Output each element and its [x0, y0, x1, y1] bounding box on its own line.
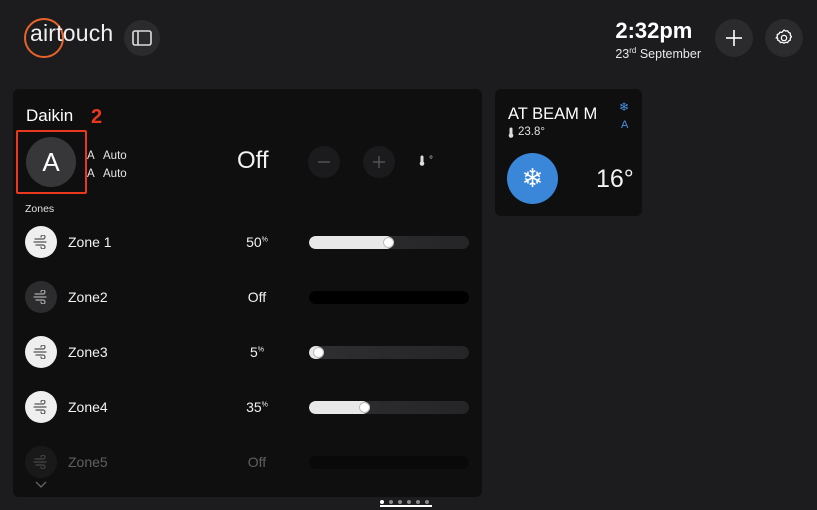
- zone-slider-handle[interactable]: [313, 347, 324, 358]
- cooling-status-icon: ❄: [619, 100, 630, 114]
- date-month: September: [639, 47, 701, 62]
- airflow-icon: [33, 455, 47, 469]
- zone-slider[interactable]: [309, 236, 469, 249]
- zone-value-number: 35: [246, 399, 262, 415]
- date-display: 23rd September: [615, 46, 701, 61]
- zone-name: Zone2: [68, 289, 108, 305]
- zone-slider[interactable]: [309, 401, 469, 414]
- sidebar-icon: [132, 30, 152, 46]
- airflow-icon: [33, 290, 47, 304]
- page-indicator[interactable]: [380, 500, 429, 504]
- temp-increase-button[interactable]: [363, 146, 395, 178]
- unit-mode-badge: A: [621, 119, 629, 131]
- annotation-number: 2: [91, 106, 103, 128]
- mode-line-key: A: [87, 150, 95, 162]
- unit-card[interactable]: AT BEAM M ❄ A 23.8° ❄ 16°: [495, 89, 642, 216]
- airflow-icon: [33, 400, 47, 414]
- zone-name: Zone5: [68, 454, 108, 470]
- unit-name: AT BEAM M: [508, 105, 598, 123]
- zone-value: Off: [235, 289, 279, 305]
- temperature-value: °: [429, 155, 433, 166]
- zone-name: Zone 1: [68, 234, 112, 250]
- mode-button[interactable]: A: [26, 137, 76, 187]
- zone-value-number: 5: [249, 344, 258, 360]
- airflow-icon: [33, 345, 47, 359]
- minus-icon: [318, 161, 330, 163]
- unit-room-temp-value: 23.8°: [518, 126, 545, 138]
- zone-value-number: Off: [247, 454, 267, 470]
- thermometer-icon: [419, 155, 425, 166]
- zone-value: 5%: [235, 344, 279, 360]
- fan-line-value: Auto: [103, 168, 127, 180]
- ac-brand-name: Daikin: [26, 106, 74, 125]
- add-button[interactable]: [715, 19, 753, 57]
- zone-value: 35%: [235, 399, 279, 415]
- airtouch-logo: airtouch: [24, 18, 113, 58]
- airflow-icon: [33, 235, 47, 249]
- zone-toggle-button[interactable]: [25, 336, 57, 368]
- zone-value: 50%: [235, 234, 279, 250]
- zone-toggle-button[interactable]: [25, 226, 57, 258]
- zone-slider-fill: [309, 236, 393, 249]
- home-indicator-bar: [380, 505, 432, 507]
- zones-heading: Zones: [25, 203, 55, 215]
- zone-value-number: Off: [247, 289, 267, 305]
- gear-icon: [775, 29, 793, 44]
- zone-row[interactable]: Zone2 Off: [13, 277, 482, 317]
- page-dot[interactable]: [398, 500, 402, 504]
- zone-value: Off: [235, 454, 279, 470]
- zone-toggle-button[interactable]: [25, 446, 57, 478]
- zone-name: Zone3: [68, 344, 108, 360]
- snowflake-icon: ❄: [521, 163, 544, 193]
- zone-toggle-button[interactable]: [25, 391, 57, 423]
- zone-value-unit: %: [261, 236, 268, 244]
- zone-name: Zone4: [68, 399, 108, 415]
- zone-slider[interactable]: [309, 291, 469, 304]
- fan-line-key: A: [87, 168, 95, 180]
- zone-value-unit: %: [261, 401, 268, 409]
- plus-icon: [726, 30, 742, 46]
- page-dot[interactable]: [416, 500, 420, 504]
- date-day: 23: [615, 47, 630, 62]
- unit-room-temp: 23.8°: [508, 126, 545, 138]
- temp-decrease-button[interactable]: [308, 146, 340, 178]
- sidebar-toggle-button[interactable]: [124, 20, 160, 56]
- logo-text: airtouch: [30, 20, 114, 46]
- zone-row[interactable]: Zone3 5%: [13, 332, 482, 372]
- zone-row[interactable]: Zone4 35%: [13, 387, 482, 427]
- chevron-down-icon[interactable]: [35, 481, 47, 489]
- page-dot[interactable]: [425, 500, 429, 504]
- zone-value-unit: %: [257, 346, 265, 354]
- zone-toggle-button[interactable]: [25, 281, 57, 313]
- zone-value-number: 50: [246, 234, 262, 250]
- mode-letter: A: [42, 146, 60, 177]
- clock: 2:32pm 23rd September: [615, 18, 701, 61]
- mode-summary: A Auto A Auto: [87, 147, 127, 183]
- page-dot[interactable]: [407, 500, 411, 504]
- page-dot[interactable]: [380, 500, 384, 504]
- time-display: 2:32pm: [615, 18, 693, 43]
- zone-row[interactable]: Zone5 Off: [13, 442, 482, 482]
- fan-line: A Auto: [87, 165, 127, 183]
- page-dot[interactable]: [389, 500, 393, 504]
- settings-button[interactable]: [765, 19, 803, 57]
- unit-setpoint: 16°: [596, 165, 634, 193]
- temperature-indicator: °: [419, 155, 433, 166]
- zone-slider-handle[interactable]: [383, 237, 394, 248]
- mode-line-value: Auto: [103, 150, 127, 162]
- plus-icon: [373, 156, 385, 168]
- unit-cool-mode-button[interactable]: ❄: [507, 153, 558, 204]
- ac-control-card: Daikin 2 A A Auto A Auto Off ° Zones Zone …: [13, 89, 482, 497]
- zone-slider-handle[interactable]: [359, 402, 370, 413]
- date-suffix: rd: [629, 46, 637, 55]
- power-state-toggle[interactable]: Off: [237, 147, 269, 175]
- thermometer-icon: [508, 127, 514, 138]
- zone-row[interactable]: Zone 1 50%: [13, 222, 482, 262]
- mode-line: A Auto: [87, 147, 127, 165]
- zone-slider[interactable]: [309, 456, 469, 469]
- zone-slider[interactable]: [309, 346, 469, 359]
